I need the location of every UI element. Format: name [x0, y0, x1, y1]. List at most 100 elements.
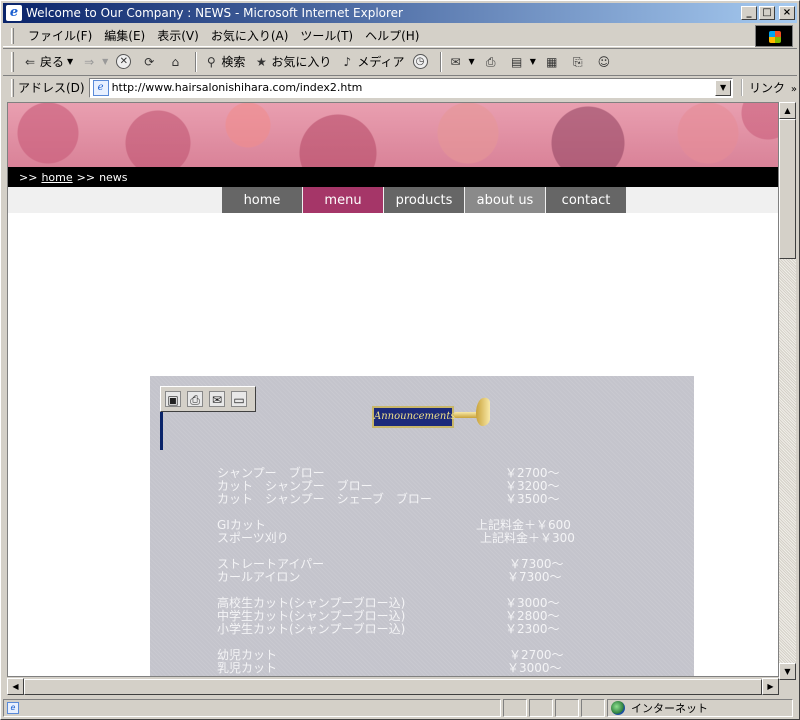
status-page-icon: e [7, 702, 19, 714]
menu-file[interactable]: ファイル(F) [22, 27, 98, 44]
scroll-right-icon[interactable]: ▶ [762, 678, 779, 695]
status-text-cell: e [3, 699, 501, 717]
nav-about-us[interactable]: about us [465, 187, 545, 213]
print-button[interactable]: ⎙ [483, 54, 501, 70]
search-label: 検索 [221, 55, 246, 69]
scroll-down-icon[interactable]: ▼ [779, 663, 796, 680]
maximize-button[interactable]: □ [759, 6, 775, 20]
menu-item-price: ￥3500～ [505, 492, 560, 506]
forward-dropdown-icon[interactable]: ▼ [102, 57, 108, 66]
research-button[interactable]: ⎘ [570, 54, 588, 70]
menu-favorites[interactable]: お気に入り(A) [205, 27, 295, 44]
menu-item-name: 小学生カット(シャンプーブロー込) [217, 622, 406, 636]
menu-help[interactable]: ヘルプ(H) [359, 27, 425, 44]
addressbar-grip[interactable] [11, 78, 14, 97]
mail-dropdown-icon[interactable]: ▼ [469, 57, 475, 66]
search-button[interactable]: ⚲ 検索 [203, 53, 245, 70]
back-label: 戻る [40, 55, 65, 69]
favorites-label: お気に入り [271, 55, 332, 69]
vertical-scroll-thumb[interactable] [779, 119, 796, 259]
links-label: リンク [749, 81, 786, 95]
announcements-plaque: Announcements [372, 406, 456, 428]
history-icon: ◷ [412, 54, 428, 69]
save-image-icon[interactable]: ▣ [165, 391, 181, 407]
scroll-up-icon[interactable]: ▲ [779, 102, 796, 119]
windows-flag-icon [769, 31, 781, 43]
close-button[interactable]: × [779, 6, 795, 20]
nav-bar: home menu products about us contact [8, 187, 778, 213]
address-dropdown-icon[interactable]: ▼ [715, 79, 732, 96]
nav-contact[interactable]: contact [546, 187, 626, 213]
discuss-button[interactable]: ▦ [544, 54, 562, 70]
page-icon: e [92, 79, 109, 96]
mail-button[interactable]: ✉ ▼ [448, 54, 475, 70]
breadcrumb: >> home >> news [8, 167, 778, 187]
media-button[interactable]: ♪ メディア [339, 53, 405, 70]
window-title: Welcome to Our Company : NEWS - Microsof… [26, 6, 403, 20]
menu-tools[interactable]: ツール(T) [294, 27, 359, 44]
back-dropdown-icon[interactable]: ▼ [67, 57, 73, 66]
messenger-button[interactable]: ☺ [596, 54, 614, 70]
status-cell [555, 699, 579, 717]
page-viewport[interactable]: >> home >> news home menu products about… [7, 102, 779, 677]
trumpet-bell [476, 396, 490, 428]
menu-item-price: ￥3000～ [507, 661, 562, 675]
back-button[interactable]: ⇐ 戻る ▼ [22, 53, 73, 70]
toolbar-grip[interactable] [11, 51, 14, 72]
scroll-left-icon[interactable]: ◀ [7, 678, 24, 695]
stop-button[interactable]: ✕ [116, 54, 133, 69]
nav-home[interactable]: home [222, 187, 302, 213]
status-cell [503, 699, 527, 717]
nav-menu[interactable]: menu [303, 187, 383, 213]
edit-icon: ▤ [511, 54, 523, 69]
edit-button[interactable]: ▤ ▼ [509, 54, 536, 70]
nav-products[interactable]: products [384, 187, 464, 213]
status-zone-cell: インターネット [607, 699, 793, 717]
menubar-grip[interactable] [11, 27, 14, 44]
vertical-scrollbar[interactable]: ▲ ▼ [779, 102, 796, 680]
menu-item-name: カット シャンプー シェーブ ブロー [217, 492, 432, 506]
status-bar: e インターネット [3, 698, 797, 718]
media-icon: ♪ [343, 54, 352, 69]
refresh-button[interactable]: ⟳ [141, 54, 159, 70]
breadcrumb-home-link[interactable]: home [41, 171, 72, 184]
toolbar: ⇐ 戻る ▼ ⇒ ▼ ✕ ⟳ ⌂ ⚲ 検索 ★ お気に入り ♪ メディア ◷ ✉… [3, 48, 797, 74]
edit-dropdown-icon[interactable]: ▼ [530, 57, 536, 66]
address-input[interactable]: e http://www.hairsalonishihara.com/index… [88, 77, 734, 98]
favorites-icon: ★ [255, 54, 267, 69]
forward-button[interactable]: ⇒ ▼ [81, 54, 108, 70]
horizontal-scroll-thumb[interactable] [24, 679, 762, 695]
minimize-button[interactable]: _ [741, 6, 757, 20]
home-button[interactable]: ⌂ [167, 54, 185, 70]
breadcrumb-separator: >> [19, 170, 38, 184]
header-banner [8, 103, 778, 167]
history-button[interactable]: ◷ [412, 54, 430, 69]
breadcrumb-separator-2: >> [76, 170, 96, 184]
address-label: アドレス(D) [17, 81, 85, 95]
discuss-icon: ▦ [546, 54, 558, 69]
print-icon: ⎙ [485, 54, 496, 69]
my-pictures-icon[interactable]: ▭ [231, 391, 247, 407]
image-toolbar-handle [160, 412, 163, 450]
toolbar-separator-2 [439, 51, 442, 72]
favorites-button[interactable]: ★ お気に入り [253, 53, 331, 70]
menu-item-name: カールアイロン [217, 570, 301, 584]
menu-item-name: 乳児カット [217, 661, 278, 675]
links-toolbar[interactable]: リンク » [741, 79, 797, 96]
announcements-image: Announcements [370, 396, 490, 434]
back-arrow-icon: ⇐ [24, 54, 36, 69]
status-cell [529, 699, 553, 717]
menu-edit[interactable]: 編集(E) [98, 27, 151, 44]
mail-image-icon[interactable]: ✉ [209, 391, 225, 407]
forward-arrow-icon: ⇒ [84, 54, 95, 69]
title-bar[interactable]: e Welcome to Our Company : NEWS - Micros… [3, 3, 797, 23]
menu-view[interactable]: 表示(V) [151, 27, 205, 44]
url-text[interactable]: http://www.hairsalonishihara.com/index2.… [112, 81, 715, 94]
links-chevron-icon[interactable]: » [791, 84, 797, 95]
mail-icon: ✉ [450, 54, 461, 69]
internet-globe-icon [611, 701, 625, 715]
horizontal-scrollbar[interactable]: ◀ ▶ [7, 678, 779, 695]
browser-window: e Welcome to Our Company : NEWS - Micros… [0, 0, 800, 720]
address-bar: アドレス(D) e http://www.hairsalonishihara.c… [3, 75, 797, 99]
print-image-icon[interactable]: ⎙ [187, 391, 203, 407]
